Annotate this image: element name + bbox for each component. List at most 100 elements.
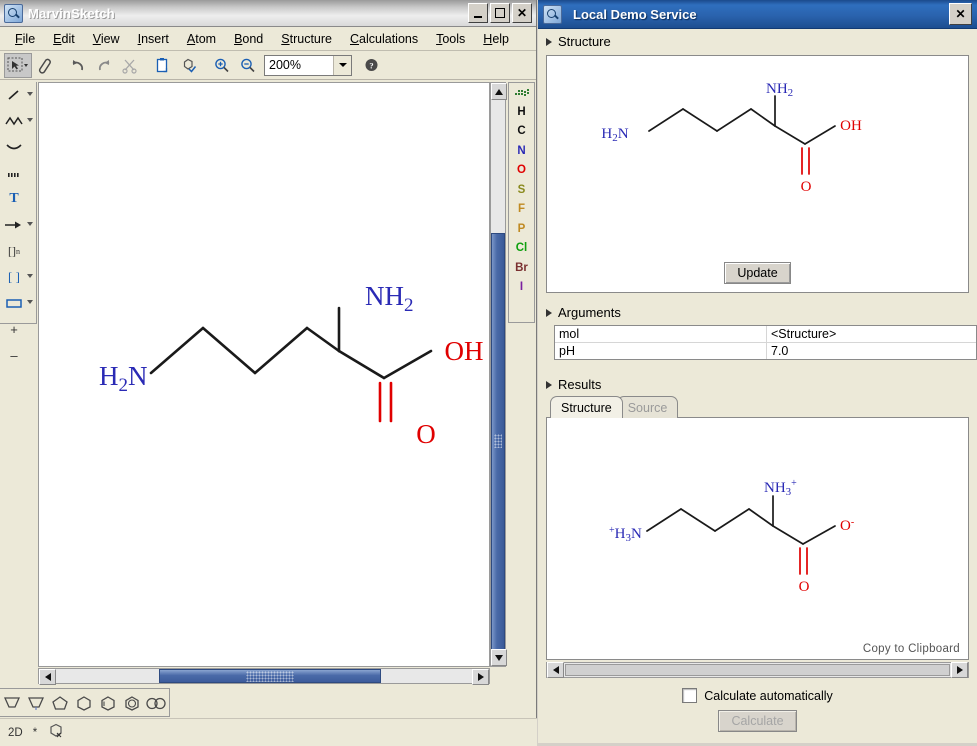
close-button[interactable]: ✕: [512, 3, 532, 23]
arguments-table[interactable]: mol <Structure> pH 7.0: [554, 325, 977, 360]
text-tool[interactable]: T: [0, 186, 36, 212]
bond-curve-tool[interactable]: [0, 134, 36, 160]
cyclohexane-ring-tool[interactable]: [72, 689, 96, 716]
element-button-N[interactable]: N: [509, 141, 534, 161]
vertical-scrollbar-thumb[interactable]: [491, 233, 505, 656]
chevron-down-icon[interactable]: [27, 118, 33, 122]
select-rectangle-icon[interactable]: [4, 53, 32, 78]
chevron-down-icon[interactable]: [27, 300, 33, 304]
bracket-tool[interactable]: [ ]: [0, 264, 36, 290]
menu-structure[interactable]: Structure: [272, 29, 341, 49]
section-header-results[interactable]: Results: [538, 372, 601, 396]
marvin-status-bar: 2D *: [0, 718, 537, 746]
zoom-out-icon[interactable]: [235, 54, 261, 77]
argument-value[interactable]: 7.0: [767, 343, 976, 359]
structure-preview-box[interactable]: H2N NH2 OH O Update: [546, 55, 969, 293]
calculate-button[interactable]: Calculate: [718, 710, 796, 732]
element-button-H[interactable]: H: [509, 102, 534, 122]
zoom-level-value: 200%: [265, 58, 333, 72]
menu-bond[interactable]: Bond: [225, 29, 272, 49]
chevron-down-icon[interactable]: [27, 222, 33, 226]
tab-source[interactable]: Source: [617, 396, 679, 418]
table-row[interactable]: mol <Structure>: [555, 326, 976, 343]
results-scrollbar-thumb[interactable]: [565, 664, 950, 676]
menu-help[interactable]: Help: [474, 29, 518, 49]
chain-tool[interactable]: [0, 108, 36, 134]
cyclohexene-ring-tool[interactable]: [96, 689, 120, 716]
chevron-down-icon[interactable]: [27, 274, 33, 278]
benzene-ring-tool[interactable]: [120, 689, 144, 716]
minimize-button[interactable]: [468, 3, 488, 23]
element-button-Br[interactable]: Br: [509, 258, 534, 278]
any-atom-icon[interactable]: [509, 83, 534, 102]
chevron-down-icon[interactable]: [27, 92, 33, 96]
calculate-automatically-checkbox[interactable]: [682, 688, 697, 703]
fused-bicyclic-ring-tool[interactable]: [144, 689, 168, 716]
element-button-F[interactable]: F: [509, 200, 534, 220]
clean-structure-icon[interactable]: [176, 54, 202, 77]
menu-file[interactable]: File: [6, 29, 44, 49]
element-button-O[interactable]: O: [509, 161, 534, 181]
menu-edit[interactable]: Edit: [44, 29, 84, 49]
copy-to-clipboard-link[interactable]: Copy to Clipboard: [863, 643, 960, 655]
menu-tools[interactable]: Tools: [427, 29, 474, 49]
element-button-I[interactable]: I: [509, 278, 534, 298]
arrow-tool[interactable]: [0, 212, 36, 238]
canvas-vertical-scrollbar[interactable]: [490, 82, 506, 667]
paste-icon[interactable]: [150, 54, 176, 77]
menu-view[interactable]: View: [84, 29, 129, 49]
bond-single-tool[interactable]: [0, 82, 36, 108]
scroll-left-button[interactable]: [39, 669, 56, 685]
dotted-bond-tool[interactable]: [0, 160, 36, 186]
calculate-automatically-row[interactable]: Calculate automatically: [538, 688, 977, 703]
help-icon[interactable]: ?: [359, 54, 385, 77]
preview-label-oh: OH: [840, 118, 862, 134]
cyclopentadiene-ring-tool[interactable]: [0, 689, 24, 716]
scroll-right-button[interactable]: [951, 662, 968, 678]
horizontal-scrollbar-thumb[interactable]: [159, 669, 381, 683]
element-button-C[interactable]: C: [509, 122, 534, 142]
element-button-S[interactable]: S: [509, 180, 534, 200]
table-row[interactable]: pH 7.0: [555, 343, 976, 359]
argument-value[interactable]: <Structure>: [767, 326, 976, 342]
chevron-down-icon[interactable]: [333, 56, 351, 75]
canvas-horizontal-scrollbar[interactable]: [38, 668, 490, 684]
maximize-button[interactable]: [490, 3, 510, 23]
results-structure-box[interactable]: +H3N NH3+ O- O Copy to Clipboard: [546, 417, 969, 660]
triangle-right-icon[interactable]: [546, 381, 552, 389]
zoom-level-select[interactable]: 200%: [264, 55, 352, 76]
cyclopentadiene-anion-ring-tool[interactable]: [24, 689, 48, 716]
section-title-arguments: Arguments: [558, 305, 621, 320]
structure-canvas[interactable]: H2N NH2 OH O: [38, 82, 490, 667]
section-header-arguments[interactable]: Arguments: [538, 300, 621, 324]
scroll-right-button[interactable]: [472, 669, 489, 685]
tab-structure[interactable]: Structure: [550, 396, 623, 418]
repeat-group-tool[interactable]: []n: [0, 238, 36, 264]
menu-insert[interactable]: Insert: [129, 29, 178, 49]
menu-atom[interactable]: Atom: [178, 29, 225, 49]
charge-plus-tool[interactable]: +: [0, 316, 36, 342]
atom-label-h2n: H2N: [99, 361, 148, 396]
update-button[interactable]: Update: [724, 262, 790, 284]
zoom-in-icon[interactable]: [209, 54, 235, 77]
eraser-icon[interactable]: [32, 54, 58, 77]
results-horizontal-scrollbar[interactable]: [546, 662, 969, 678]
scroll-left-button[interactable]: [547, 662, 564, 678]
menu-calculations[interactable]: Calculations: [341, 29, 427, 49]
service-close-button[interactable]: ✕: [949, 3, 972, 25]
cut-icon[interactable]: [117, 54, 143, 77]
element-button-P[interactable]: P: [509, 219, 534, 239]
main-toolbar: 200% ?: [0, 51, 536, 80]
redo-icon[interactable]: [91, 54, 117, 77]
triangle-right-icon[interactable]: [546, 309, 552, 317]
section-header-structure[interactable]: Structure: [538, 29, 977, 53]
scroll-down-button[interactable]: [491, 649, 507, 666]
rectangle-tool[interactable]: [0, 290, 36, 316]
cyclopentane-ring-tool[interactable]: [48, 689, 72, 716]
triangle-right-icon[interactable]: [546, 38, 552, 46]
undo-icon[interactable]: [65, 54, 91, 77]
service-titlebar: Local Demo Service ✕: [538, 0, 977, 29]
scroll-up-button[interactable]: [491, 83, 507, 100]
charge-minus-tool[interactable]: –: [0, 342, 36, 368]
element-button-Cl[interactable]: Cl: [509, 239, 534, 259]
